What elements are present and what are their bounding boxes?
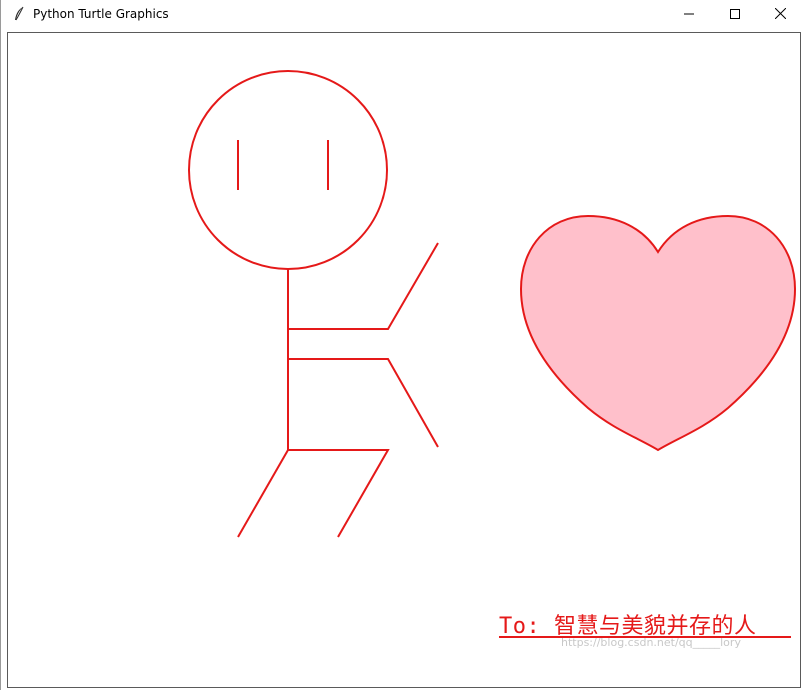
maximize-button[interactable] <box>712 0 758 30</box>
minimize-button[interactable] <box>666 0 712 30</box>
window-title: Python Turtle Graphics <box>33 7 169 21</box>
minimize-icon <box>684 6 694 24</box>
upper-arm <box>288 242 439 330</box>
turtle-window: Python Turtle Graphics https://blog.csdn… <box>0 0 802 690</box>
title-bar[interactable]: Python Turtle Graphics <box>1 0 802 30</box>
right-leg <box>288 449 390 538</box>
heart-shape <box>519 214 797 452</box>
close-icon <box>774 6 786 24</box>
stick-figure-head <box>188 70 388 270</box>
close-button[interactable] <box>757 0 802 30</box>
turtle-canvas[interactable] <box>7 32 801 688</box>
left-leg <box>237 449 289 538</box>
drawing-surface <box>188 70 797 538</box>
caption-underline <box>499 636 791 638</box>
maximize-icon <box>730 6 740 24</box>
feather-icon <box>13 6 25 22</box>
lower-arm <box>288 358 439 448</box>
